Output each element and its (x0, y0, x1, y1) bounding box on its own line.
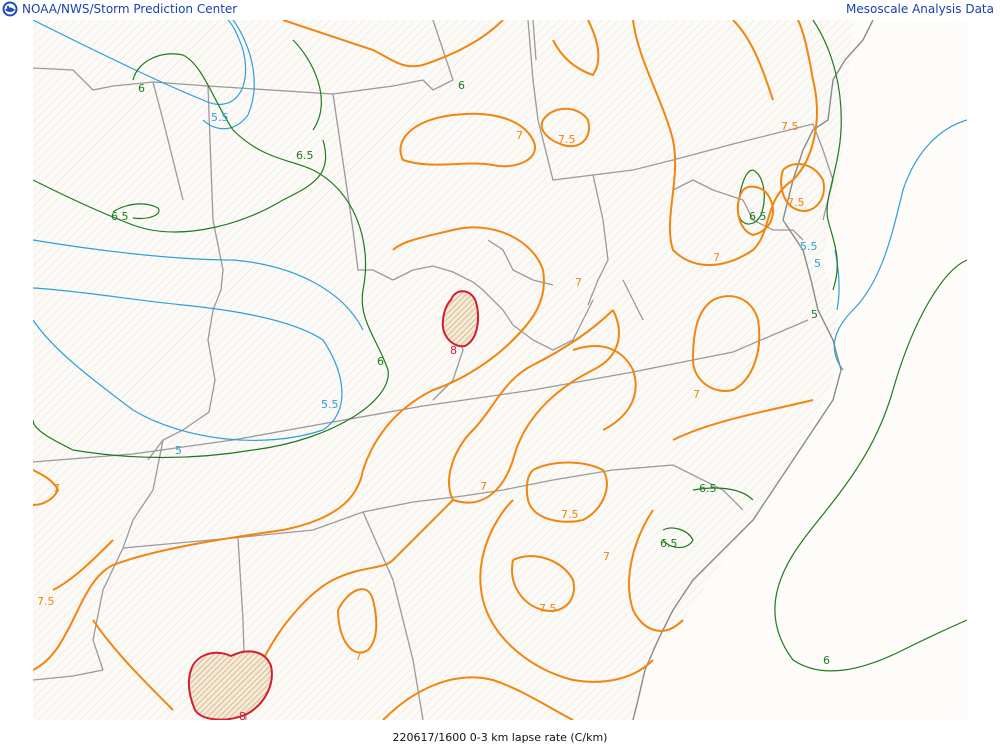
label-orange-7-c: 7 (575, 276, 582, 289)
label-red-8-a: 8 (450, 344, 457, 357)
noaa-logo-icon (2, 1, 18, 17)
label-green-6-5-a: 6.5 (296, 149, 314, 162)
product-title: Mesoscale Analysis Data (846, 2, 994, 16)
agency-title: NOAA/NWS/Storm Prediction Center (22, 2, 238, 16)
label-green-6-ne: 6 (458, 79, 465, 92)
label-orange-7-5-s: 7.5 (561, 508, 579, 521)
label-orange-7-e: 7 (480, 480, 487, 493)
map-caption: 220617/1600 0-3 km lapse rate (C/km) (392, 731, 608, 744)
label-green-5-e: 5 (811, 308, 818, 321)
label-blue-5-d: 5 (814, 257, 821, 270)
header-left: NOAA/NWS/Storm Prediction Center (0, 0, 237, 18)
label-orange-7-s3: 7 (355, 650, 362, 663)
label-green-6-5-s: 6.5 (699, 482, 717, 495)
label-orange-7-s: 7 (603, 550, 610, 563)
label-orange-7-d: 7 (693, 388, 700, 401)
label-orange-7-b: 7 (713, 251, 720, 264)
label-orange-7-5-sw: 7.5 (37, 595, 55, 608)
label-blue-5-5-c: 5.5 (321, 398, 339, 411)
label-orange-7-a: 7 (516, 129, 523, 142)
label-blue-5-5-d: 5.5 (800, 240, 818, 253)
label-orange-7-5-s2: 7.5 (539, 602, 557, 615)
label-red-8-b: 8 (239, 710, 246, 720)
label-orange-7-5-a: 7.5 (558, 133, 576, 146)
lapse-rate-map: 6 5.5 6.5 6.5 6 7 7.5 7.5 6.5 7.5 5.5 5 … (33, 20, 967, 720)
label-green-6-c: 6 (377, 355, 384, 368)
label-orange-7-5-c: 7.5 (787, 196, 805, 209)
label-green-6-5-b: 6.5 (111, 210, 129, 223)
label-green-6-5-c: 6.5 (749, 210, 767, 223)
label-blue-5-5-lake: 5.5 (211, 111, 229, 124)
label-green-6-se: 6 (823, 654, 830, 667)
label-green-6-nw: 6 (138, 82, 145, 95)
label-orange-7-w: 7 (53, 482, 60, 495)
label-orange-7-5-b: 7.5 (781, 120, 799, 133)
label-blue-5-c: 5 (175, 444, 182, 457)
label-green-6-5-s2: 6.5 (660, 537, 678, 550)
